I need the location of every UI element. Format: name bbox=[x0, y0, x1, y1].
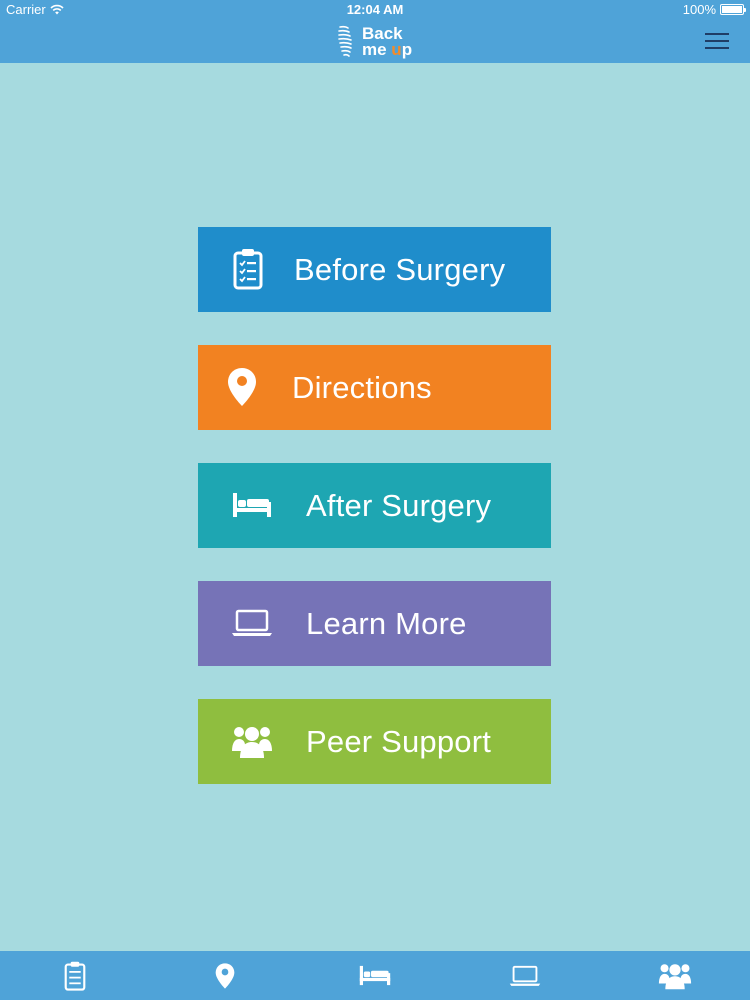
main-menu: Before Surgery Directions After Surgery bbox=[198, 227, 551, 817]
logo-line-2: me up bbox=[362, 40, 413, 59]
learn-more-label: Learn More bbox=[306, 605, 467, 641]
map-pin-icon bbox=[220, 365, 264, 409]
people-icon bbox=[658, 961, 692, 990]
nav-bar: Back me up bbox=[0, 20, 750, 63]
learn-more-button[interactable]: Learn More bbox=[198, 581, 551, 666]
spine-logo-icon bbox=[336, 24, 358, 60]
after-surgery-label: After Surgery bbox=[306, 487, 492, 523]
laptop-icon bbox=[230, 601, 274, 645]
clipboard-icon bbox=[226, 247, 270, 291]
logo-line-2-prefix: me bbox=[362, 40, 392, 59]
peer-support-label: Peer Support bbox=[306, 723, 492, 759]
clipboard-icon bbox=[64, 961, 86, 991]
status-time: 12:04 AM bbox=[346, 2, 404, 17]
directions-button[interactable]: Directions bbox=[198, 345, 551, 430]
app-logo: Back me up bbox=[336, 22, 412, 62]
tab-peer-support[interactable] bbox=[600, 951, 750, 1000]
tab-after-surgery[interactable] bbox=[300, 951, 450, 1000]
hamburger-menu-icon[interactable] bbox=[704, 30, 730, 52]
laptop-icon bbox=[509, 965, 541, 987]
logo-line-2-suffix: p bbox=[401, 40, 413, 59]
directions-label: Directions bbox=[292, 369, 432, 405]
battery-icon bbox=[720, 4, 746, 15]
battery-percent: 100% bbox=[682, 2, 716, 17]
after-surgery-button[interactable]: After Surgery bbox=[198, 463, 551, 548]
before-surgery-label: Before Surgery bbox=[294, 251, 506, 287]
before-surgery-button[interactable]: Before Surgery bbox=[198, 227, 551, 312]
tab-before-surgery[interactable] bbox=[0, 951, 150, 1000]
logo-line-2-accent: u bbox=[391, 40, 402, 59]
logo-wordmark: Back me up bbox=[362, 25, 413, 59]
tab-learn-more[interactable] bbox=[450, 951, 600, 1000]
status-bar: Carrier 12:04 AM 100% bbox=[0, 0, 750, 20]
tab-bar bbox=[0, 951, 750, 1000]
tab-directions[interactable] bbox=[150, 951, 300, 1000]
people-icon bbox=[230, 719, 274, 763]
map-pin-icon bbox=[215, 962, 235, 990]
bed-icon bbox=[230, 483, 274, 527]
peer-support-button[interactable]: Peer Support bbox=[198, 699, 551, 784]
bed-icon bbox=[359, 965, 391, 986]
